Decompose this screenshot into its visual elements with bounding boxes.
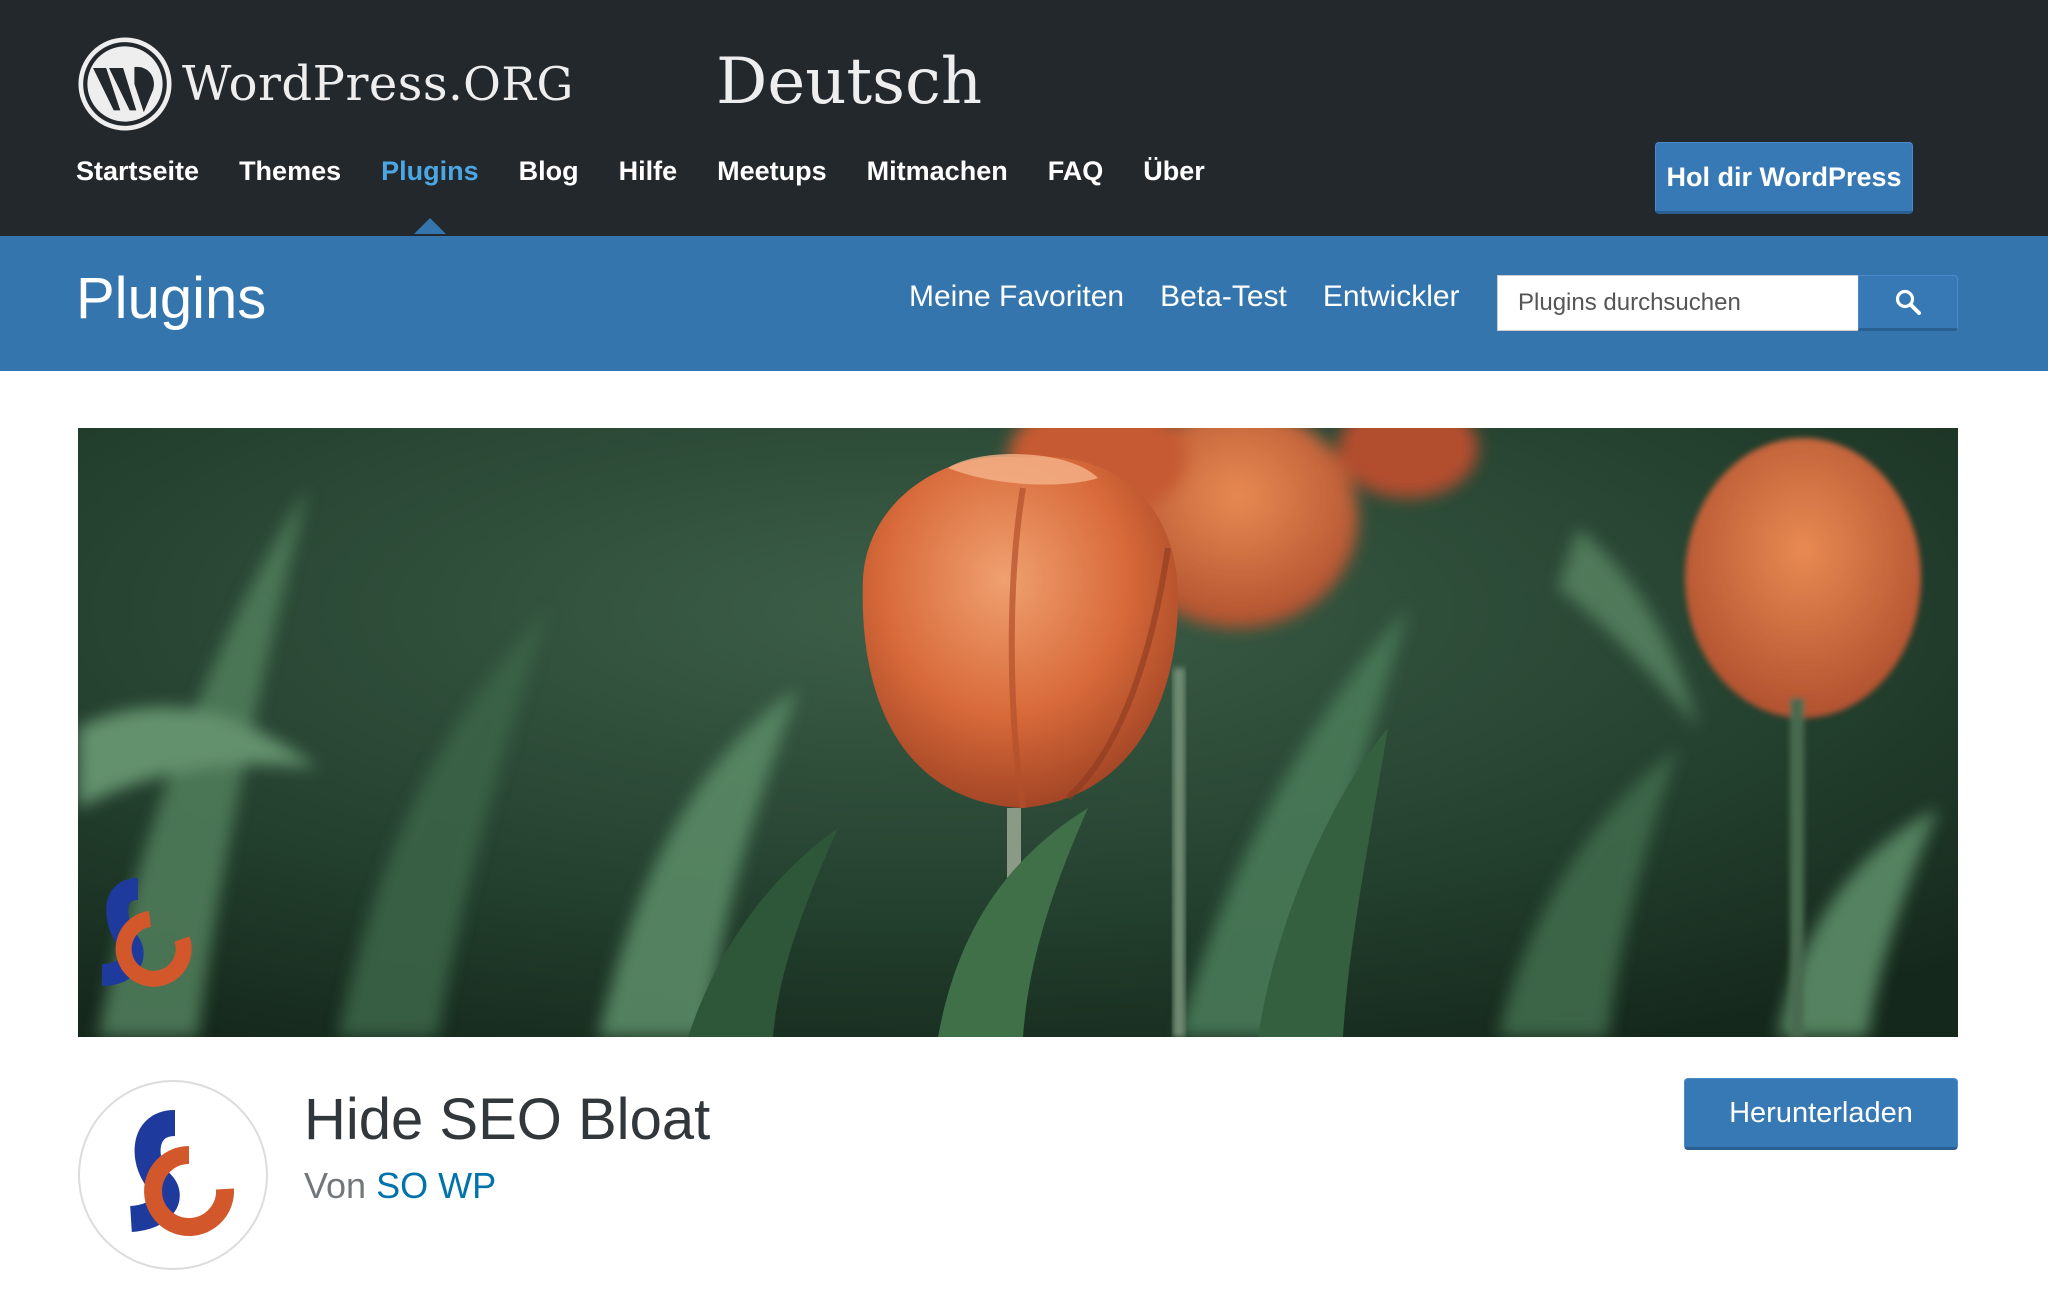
main-navigation: Startseite Themes Plugins Blog Hilfe Mee… bbox=[76, 156, 1245, 234]
wordpress-icon bbox=[78, 37, 172, 131]
plugin-banner bbox=[78, 428, 1958, 1037]
nav-faq[interactable]: FAQ bbox=[1048, 156, 1104, 187]
get-wordpress-button[interactable]: Hol dir WordPress bbox=[1655, 142, 1913, 214]
site-header: WordPress.ORG Deutsch Startseite Themes … bbox=[0, 0, 2048, 236]
nav-themes[interactable]: Themes bbox=[239, 156, 341, 187]
search-button[interactable] bbox=[1858, 275, 1958, 331]
plugin-author: Von SO WP bbox=[304, 1165, 496, 1207]
search-icon bbox=[1895, 289, 1921, 315]
nav-blog[interactable]: Blog bbox=[519, 156, 579, 187]
nav-plugins[interactable]: Plugins bbox=[381, 156, 479, 234]
so-wp-logo-icon bbox=[129, 1110, 235, 1236]
wordmark: WordPress.ORG bbox=[182, 60, 574, 108]
plugin-search bbox=[1497, 275, 1958, 331]
plugin-subnav: Meine Favoriten Beta-Test Entwickler bbox=[909, 280, 1496, 314]
nav-startseite[interactable]: Startseite bbox=[76, 156, 199, 187]
locale-label[interactable]: Deutsch bbox=[716, 50, 982, 114]
author-link[interactable]: SO WP bbox=[376, 1165, 496, 1206]
subnav-developers[interactable]: Entwickler bbox=[1323, 280, 1460, 314]
section-title[interactable]: Plugins bbox=[76, 264, 266, 334]
plugin-icon bbox=[78, 1080, 268, 1270]
subnav-beta-test[interactable]: Beta-Test bbox=[1160, 280, 1287, 314]
plugin-directory-bar: Plugins Meine Favoriten Beta-Test Entwic… bbox=[0, 236, 2048, 371]
brand-main: WordPress bbox=[182, 56, 449, 112]
nav-hilfe[interactable]: Hilfe bbox=[619, 156, 678, 187]
nav-mitmachen[interactable]: Mitmachen bbox=[867, 156, 1008, 187]
wordpress-org-logo[interactable]: WordPress.ORG bbox=[78, 36, 574, 132]
tulip-banner-image bbox=[78, 428, 1958, 1037]
plugin-title: Hide SEO Bloat bbox=[304, 1087, 711, 1152]
brand-suffix: .ORG bbox=[448, 57, 574, 111]
nav-ueber[interactable]: Über bbox=[1143, 156, 1205, 187]
search-input[interactable] bbox=[1497, 275, 1858, 331]
author-prefix: Von bbox=[304, 1165, 367, 1206]
subnav-favorites[interactable]: Meine Favoriten bbox=[909, 280, 1124, 314]
download-button[interactable]: Herunterladen bbox=[1684, 1078, 1958, 1150]
nav-meetups[interactable]: Meetups bbox=[717, 156, 827, 187]
